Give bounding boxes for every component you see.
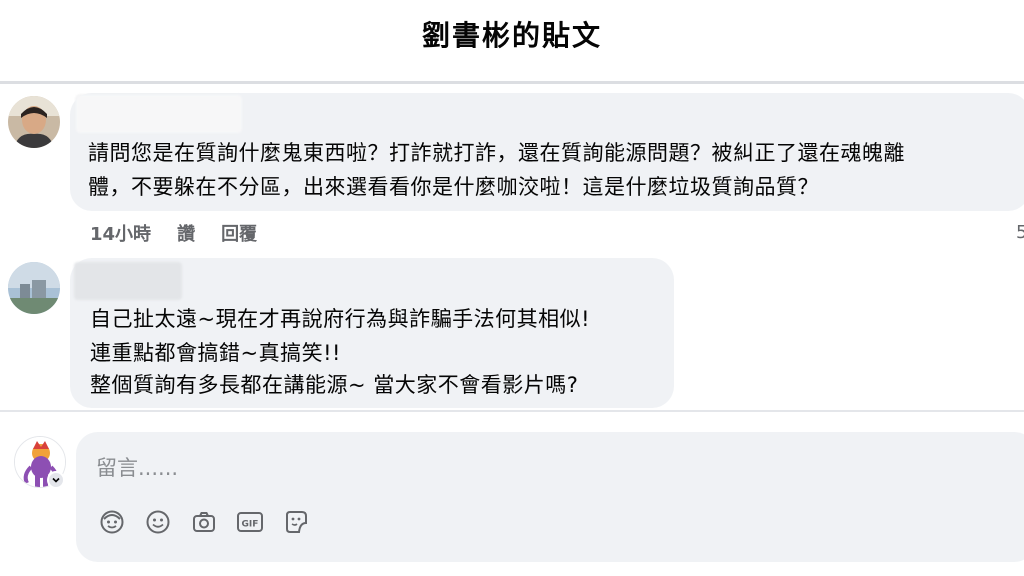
comment-text-line: 體，不要躲在不分區，出來選看看你是什麼咖洨啦！這是什麼垃圾質詢品質？ xyxy=(88,175,819,199)
comment-text-line: 整個質詢有多長都在講能源~ 當大家不會看影片嗎? xyxy=(90,373,579,397)
commenter-name-redacted[interactable] xyxy=(76,95,242,133)
avatar[interactable] xyxy=(8,262,60,314)
svg-text:GIF: GIF xyxy=(242,520,259,530)
section-divider xyxy=(0,410,1024,412)
comment-input-placeholder[interactable]: 留言...... xyxy=(96,452,178,482)
like-button[interactable]: 讚 xyxy=(177,220,195,246)
comment-text-line: 自己扯太遠~現在才再說府行為與詐騙手法何其相似! xyxy=(90,307,591,331)
comment-actions: 14小時 讚 回覆 xyxy=(90,220,257,246)
gif-icon[interactable]: GIF xyxy=(236,508,264,536)
sticker-icon[interactable] xyxy=(282,508,310,536)
chevron-down-icon[interactable] xyxy=(47,471,65,489)
comment-text-line: 請問您是在質詢什麼鬼東西啦？打詐就打詐，還在質詢能源問題？被糾正了還在魂魄離 xyxy=(88,141,905,165)
reaction-count: 5 xyxy=(1016,222,1024,243)
composer-toolbar: GIF xyxy=(98,508,310,536)
avatar-sticker-icon[interactable] xyxy=(98,508,126,536)
emoji-icon[interactable] xyxy=(144,508,172,536)
comment-text-line: 連重點都會搞錯~真搞笑!! xyxy=(90,341,341,365)
post-header: 劉書彬的貼文 xyxy=(0,0,1024,82)
commenter-name-redacted[interactable] xyxy=(74,262,182,300)
reply-button[interactable]: 回覆 xyxy=(221,220,257,246)
page-title: 劉書彬的貼文 xyxy=(421,19,602,52)
avatar[interactable] xyxy=(8,96,60,148)
camera-icon[interactable] xyxy=(190,508,218,536)
comment-timestamp[interactable]: 14小時 xyxy=(90,220,151,246)
header-divider xyxy=(0,81,1024,84)
comment-composer[interactable]: 留言...... GIF xyxy=(76,432,1024,562)
